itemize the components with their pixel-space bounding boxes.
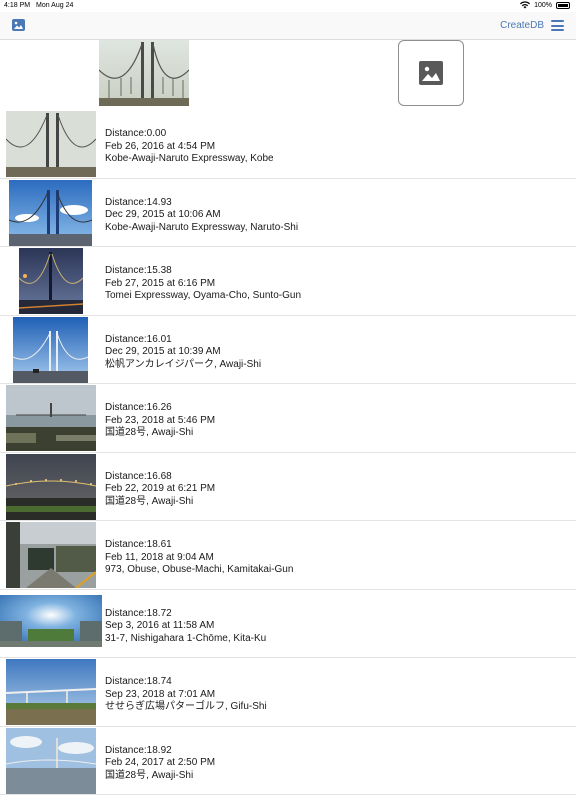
nav-bar: CreateDB — [0, 12, 576, 40]
distance-label: Distance:16.68 — [105, 471, 215, 484]
result-info: Distance:14.93 Dec 29, 2015 at 10:06 AM … — [105, 197, 298, 235]
create-db-button[interactable]: CreateDB — [500, 20, 544, 31]
distance-label: Distance:15.38 — [105, 265, 301, 278]
distance-label: Distance:18.72 — [105, 608, 266, 621]
distance-label: Distance:0.00 — [105, 128, 274, 141]
location-label: 31-7, Nishigahara 1-Chōme, Kita-Ku — [105, 633, 266, 646]
battery-icon — [556, 2, 570, 9]
distance-label: Distance:16.26 — [105, 402, 215, 415]
result-thumbnail — [6, 385, 96, 451]
date-label: Feb 27, 2015 at 6:16 PM — [105, 278, 301, 291]
date-label: Dec 29, 2015 at 10:39 AM — [105, 346, 261, 359]
result-info: Distance:16.01 Dec 29, 2015 at 10:39 AM … — [105, 334, 261, 372]
date-label: Feb 23, 2018 at 5:46 PM — [105, 415, 215, 428]
status-bar: 4:18 PM Mon Aug 24 100% — [0, 0, 576, 12]
location-label: Kobe-Awaji-Naruto Expressway, Kobe — [105, 153, 274, 166]
location-label: 国道28号, Awaji-Shi — [105, 427, 215, 440]
distance-label: Distance:16.01 — [105, 334, 261, 347]
result-row[interactable]: Distance:18.74 Sep 23, 2018 at 7:01 AM せ… — [0, 658, 576, 727]
result-info: Distance:18.74 Sep 23, 2018 at 7:01 AM せ… — [105, 676, 267, 714]
result-info: Distance:18.61 Feb 11, 2018 at 9:04 AM 9… — [105, 539, 293, 577]
result-row[interactable]: Distance:16.68 Feb 22, 2019 at 6:21 PM 国… — [0, 453, 576, 522]
location-label: 国道28号, Awaji-Shi — [105, 770, 215, 783]
status-time: 4:18 PM — [4, 2, 30, 9]
result-info: Distance:18.92 Feb 24, 2017 at 2:50 PM 国… — [105, 745, 215, 783]
result-row[interactable]: Distance:18.72 Sep 3, 2016 at 11:58 AM 3… — [0, 590, 576, 659]
image-picker-button[interactable] — [398, 40, 464, 106]
result-info: Distance:16.68 Feb 22, 2019 at 6:21 PM 国… — [105, 471, 215, 509]
results-list: Distance:0.00 Feb 26, 2016 at 4:54 PM Ko… — [0, 110, 576, 795]
result-row[interactable]: Distance:14.93 Dec 29, 2015 at 10:06 AM … — [0, 179, 576, 248]
battery-percent: 100% — [534, 2, 552, 9]
result-thumbnail — [6, 454, 96, 520]
location-label: Kobe-Awaji-Naruto Expressway, Naruto-Shi — [105, 222, 298, 235]
date-label: Feb 26, 2016 at 4:54 PM — [105, 141, 274, 154]
result-row[interactable]: Distance:16.01 Dec 29, 2015 at 10:39 AM … — [0, 316, 576, 385]
result-row[interactable]: Distance:15.38 Feb 27, 2015 at 6:16 PM T… — [0, 247, 576, 316]
result-info: Distance:0.00 Feb 26, 2016 at 4:54 PM Ko… — [105, 128, 274, 166]
location-label: せせらぎ広場パターゴルフ, Gifu-Shi — [105, 701, 267, 714]
result-thumbnail — [13, 317, 88, 383]
location-label: 国道28号, Awaji-Shi — [105, 496, 215, 509]
result-row[interactable]: Distance:18.61 Feb 11, 2018 at 9:04 AM 9… — [0, 521, 576, 590]
date-label: Feb 22, 2019 at 6:21 PM — [105, 483, 215, 496]
status-right: 100% — [520, 1, 570, 9]
result-thumbnail — [6, 111, 96, 177]
photo-icon[interactable] — [12, 19, 25, 31]
distance-label: Distance:18.74 — [105, 676, 267, 689]
date-label: Sep 23, 2018 at 7:01 AM — [105, 689, 267, 702]
date-label: Feb 11, 2018 at 9:04 AM — [105, 552, 293, 565]
image-placeholder-icon — [419, 61, 443, 85]
hamburger-menu-icon[interactable] — [551, 20, 564, 31]
result-thumbnail — [19, 248, 83, 314]
date-label: Dec 29, 2015 at 10:06 AM — [105, 209, 298, 222]
result-row[interactable]: Distance:0.00 Feb 26, 2016 at 4:54 PM Ko… — [0, 110, 576, 179]
status-date: Mon Aug 24 — [36, 2, 73, 9]
distance-label: Distance:18.92 — [105, 745, 215, 758]
result-info: Distance:18.72 Sep 3, 2016 at 11:58 AM 3… — [105, 608, 266, 646]
result-thumbnail — [9, 180, 92, 246]
location-label: 973, Obuse, Obuse-Machi, Kamitakai-Gun — [105, 564, 293, 577]
wifi-icon — [520, 1, 530, 9]
result-thumbnail — [6, 659, 96, 725]
distance-label: Distance:18.61 — [105, 539, 293, 552]
distance-label: Distance:14.93 — [105, 197, 298, 210]
result-row[interactable]: Distance:16.26 Feb 23, 2018 at 5:46 PM 国… — [0, 384, 576, 453]
date-label: Sep 3, 2016 at 11:58 AM — [105, 620, 266, 633]
location-label: Tomei Expressway, Oyama-Cho, Sunto-Gun — [105, 290, 301, 303]
result-thumbnail — [0, 591, 102, 657]
result-thumbnail — [6, 522, 96, 588]
location-label: 松帆アンカレイジパーク, Awaji-Shi — [105, 359, 261, 372]
result-row[interactable]: Distance:18.92 Feb 24, 2017 at 2:50 PM 国… — [0, 727, 576, 795]
result-info: Distance:16.26 Feb 23, 2018 at 5:46 PM 国… — [105, 402, 215, 440]
query-photo — [99, 40, 189, 106]
result-thumbnail — [6, 728, 96, 794]
result-info: Distance:15.38 Feb 27, 2015 at 6:16 PM T… — [105, 265, 301, 303]
